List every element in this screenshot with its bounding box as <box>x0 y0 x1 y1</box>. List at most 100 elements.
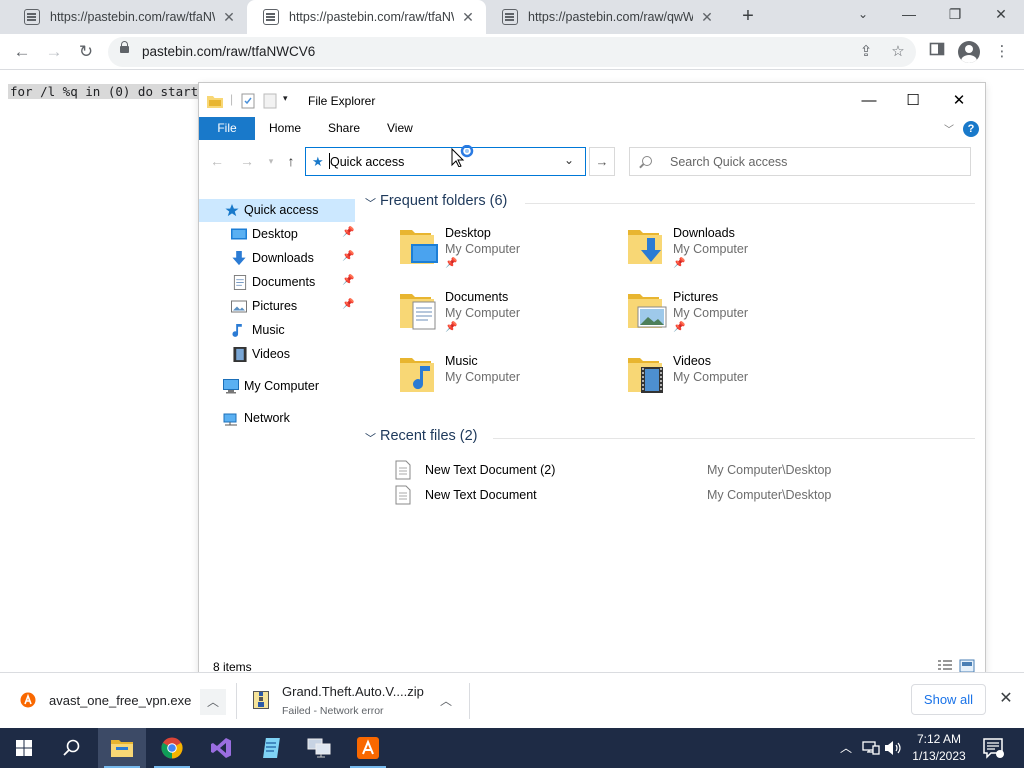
nav-label: Documents <box>252 275 316 289</box>
tab-close-icon[interactable]: ✕ <box>699 9 715 26</box>
side-panel-icon[interactable] <box>926 41 948 63</box>
folder-tile-documents[interactable]: Documents My Computer 📌 <box>399 290 619 350</box>
start-button[interactable] <box>0 728 48 768</box>
qat-dropdown-icon[interactable]: ▾ <box>283 93 288 104</box>
properties-icon[interactable] <box>241 93 255 109</box>
collapse-chevron-icon[interactable]: ﹀ <box>365 195 376 211</box>
pin-icon[interactable]: 📌 <box>342 299 354 310</box>
nav-item-desktop[interactable]: Desktop 📌 <box>199 223 355 246</box>
share-icon[interactable]: ⇪ <box>856 42 876 62</box>
explorer-maximize-button[interactable]: ☐ <box>891 89 935 113</box>
forward-button[interactable]: → <box>42 40 66 64</box>
close-shelf-icon[interactable]: ✕ <box>996 689 1016 709</box>
ribbon-tabs: File Home Share View ﹀ ? <box>199 117 985 141</box>
address-dropdown-icon[interactable]: ⌄ <box>564 153 574 167</box>
nav-item-pictures[interactable]: Pictures 📌 <box>199 295 355 318</box>
pin-icon[interactable]: 📌 <box>342 251 354 262</box>
pin-icon[interactable]: 📌 <box>342 275 354 286</box>
search-icon <box>642 156 652 166</box>
nav-item-my-computer[interactable]: My Computer <box>199 375 355 398</box>
desktop-folder-icon <box>400 230 438 264</box>
tab-close-icon[interactable]: ✕ <box>460 9 476 26</box>
url-text[interactable]: pastebin.com/raw/tfaNWCV6 <box>142 44 315 59</box>
download-item-gta[interactable]: Grand.Theft.Auto.V....zip Failed - Netwo… <box>237 673 469 729</box>
restore-button[interactable]: ❐ <box>932 0 978 30</box>
browser-tab-1[interactable]: https://pastebin.com/raw/tfaNWCV6 ✕ <box>8 0 247 34</box>
go-arrow-button[interactable]: → <box>589 147 615 176</box>
browser-tab-3[interactable]: https://pastebin.com/raw/qwW7 ✕ <box>486 0 725 34</box>
folder-location: My Computer <box>445 370 521 384</box>
download-item-avast[interactable]: avast_one_free_vpn.exe ︿ <box>0 673 236 729</box>
nav-item-videos[interactable]: Videos <box>199 343 355 366</box>
group-title: Recent files (2) <box>380 428 478 444</box>
folder-tile-downloads[interactable]: Downloads My Computer 📌 <box>627 226 847 286</box>
tray-overflow-icon[interactable]: ︿ <box>836 728 856 768</box>
taskbar-chrome[interactable] <box>148 728 196 768</box>
tab-view[interactable]: View <box>373 117 427 140</box>
help-icon[interactable]: ? <box>963 121 979 137</box>
explorer-forward-icon[interactable]: → <box>237 151 257 171</box>
details-view-icon[interactable] <box>937 659 953 673</box>
explorer-titlebar[interactable]: | ▾ File Explorer — ☐ ✕ <box>199 83 985 115</box>
new-tab-button[interactable]: + <box>736 5 760 29</box>
back-button[interactable]: ← <box>10 40 34 64</box>
nav-item-quick-access[interactable]: Quick access <box>199 199 355 222</box>
large-icons-view-icon[interactable] <box>959 659 975 673</box>
expand-ribbon-icon[interactable]: ﹀ <box>944 121 954 136</box>
notification-center-icon[interactable] <box>982 737 1004 759</box>
avast-icon <box>357 737 379 759</box>
search-placeholder: Search Quick access <box>670 155 788 169</box>
folder-tile-desktop[interactable]: Desktop My Computer 📌 <box>399 226 619 286</box>
folder-location: My Computer <box>445 242 521 256</box>
tab-share[interactable]: Share <box>314 117 374 140</box>
taskbar-clock[interactable]: 7:12 AM 1/13/2023 <box>905 731 973 765</box>
taskbar-search-button[interactable] <box>48 728 96 768</box>
pin-icon[interactable]: 📌 <box>342 227 354 238</box>
tab-close-icon[interactable]: ✕ <box>221 9 237 26</box>
taskbar-file-explorer[interactable] <box>98 728 146 768</box>
close-window-button[interactable]: ✕ <box>978 0 1024 30</box>
download-options-chevron-icon[interactable]: ︿ <box>200 689 226 715</box>
browser-tab-2[interactable]: https://pastebin.com/raw/tfaNWCV6 ✕ <box>247 0 486 34</box>
explorer-back-icon[interactable]: ← <box>207 151 227 171</box>
recent-file-row[interactable]: New Text Document My Computer\Desktop <box>395 485 955 507</box>
recent-file-row[interactable]: New Text Document (2) My Computer\Deskto… <box>395 460 955 482</box>
chrome-menu-icon[interactable]: ⋮ <box>991 41 1013 63</box>
taskbar-avast[interactable] <box>344 728 392 768</box>
tab-file[interactable]: File <box>199 117 255 140</box>
bookmark-star-icon[interactable]: ☆ <box>888 42 908 62</box>
explorer-minimize-button[interactable]: — <box>847 89 891 113</box>
network-tray-icon[interactable] <box>862 740 880 756</box>
frequent-folders-header[interactable]: ﹀ Frequent folders (6) <box>365 193 975 213</box>
recent-files-header[interactable]: ﹀ Recent files (2) <box>365 428 975 448</box>
minimize-button[interactable]: — <box>886 0 932 30</box>
folder-name: Downloads <box>673 226 735 240</box>
tab-search-icon[interactable]: ⌄ <box>840 0 886 30</box>
profile-avatar[interactable] <box>958 41 980 63</box>
taskbar-notepad[interactable] <box>246 728 294 768</box>
explorer-search-input[interactable]: Search Quick access <box>629 147 971 176</box>
explorer-address-input[interactable]: ★ Quick access ⌄ <box>305 147 586 176</box>
lock-icon[interactable] <box>120 41 129 53</box>
reload-button[interactable]: ↻ <box>74 40 98 64</box>
collapse-chevron-icon[interactable]: ﹀ <box>365 430 376 446</box>
address-text[interactable]: Quick access <box>330 155 404 169</box>
explorer-close-button[interactable]: ✕ <box>937 89 981 113</box>
tab-home[interactable]: Home <box>255 117 315 140</box>
nav-item-downloads[interactable]: Downloads 📌 <box>199 247 355 270</box>
nav-item-network[interactable]: Network <box>199 407 355 430</box>
new-folder-icon[interactable] <box>263 93 277 109</box>
folder-tile-music[interactable]: Music My Computer <box>399 354 619 414</box>
folder-tile-videos[interactable]: Videos My Computer <box>627 354 847 414</box>
volume-tray-icon[interactable] <box>884 740 902 756</box>
taskbar-network-app[interactable] <box>295 728 343 768</box>
nav-item-documents[interactable]: Documents 📌 <box>199 271 355 294</box>
recent-locations-icon[interactable]: ▾ <box>261 151 281 171</box>
show-all-downloads-button[interactable]: Show all <box>911 684 986 715</box>
download-options-chevron-icon[interactable]: ︿ <box>434 689 458 713</box>
taskbar-visual-studio[interactable] <box>197 728 245 768</box>
nav-item-music[interactable]: Music <box>199 319 355 342</box>
folder-tile-pictures[interactable]: Pictures My Computer 📌 <box>627 290 847 350</box>
address-bar[interactable]: pastebin.com/raw/tfaNWCV6 ⇪ ☆ <box>108 37 916 67</box>
up-arrow-icon[interactable]: ↑ <box>281 151 301 171</box>
